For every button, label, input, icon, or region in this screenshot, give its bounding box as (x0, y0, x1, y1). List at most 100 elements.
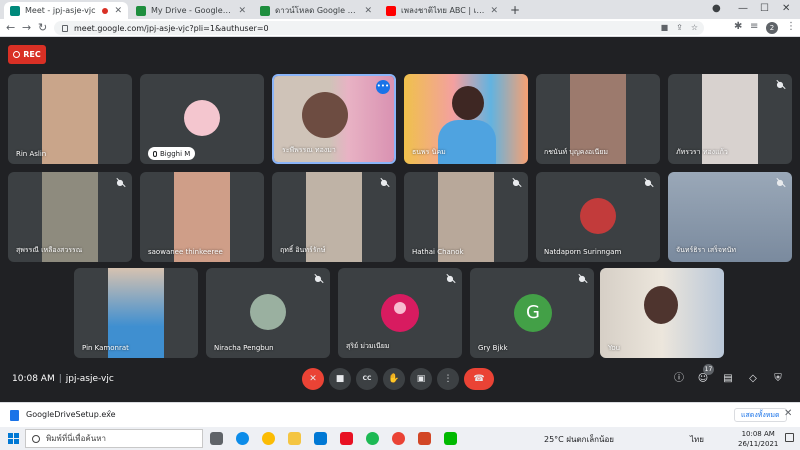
start-windows-icon[interactable] (8, 433, 19, 444)
participant-tile[interactable]: G ● Gry Bjkk (470, 268, 594, 358)
maximize-icon[interactable]: ☐ (760, 3, 769, 14)
reload-icon[interactable]: ↻ (38, 21, 47, 34)
mic-off-icon: ● (446, 274, 454, 283)
url-text: meet.google.com/jpj-asje-vjc?pli=1&authu… (74, 23, 269, 33)
chrome-icon[interactable] (262, 432, 275, 445)
more-vert-icon: ⋮ (443, 374, 453, 384)
mail-icon[interactable] (314, 432, 327, 445)
back-icon[interactable]: ← (6, 21, 15, 34)
show-all-downloads-button[interactable]: แสดงทั้งหมด (734, 408, 787, 422)
minimize-icon[interactable]: — (738, 3, 748, 14)
forward-icon[interactable]: → (22, 21, 31, 34)
browser-menu-icon[interactable]: ⋮ (786, 21, 796, 32)
participant-tile[interactable]: saowanee thinkeeree (140, 172, 264, 262)
present-button[interactable]: ▣ (410, 368, 432, 390)
meeting-time: 10:08 AM (12, 374, 55, 384)
participant-name: ฤทธิ์ อินทร์รักษ์ (280, 246, 326, 254)
close-tab-icon[interactable]: ✕ (114, 6, 122, 16)
spotify-icon[interactable] (366, 432, 379, 445)
leave-call-button[interactable]: ☎ (464, 368, 494, 390)
meeting-details-icon[interactable]: ⓘ (672, 372, 686, 386)
present-screen-icon: ▣ (416, 374, 426, 384)
participant-tile[interactable]: ● สุริย์ ม่วมเนียม (338, 268, 462, 358)
bookmark-star-icon[interactable]: ☆ (691, 23, 698, 32)
participant-tile[interactable]: ● จันทร์ธิรา เสร็จทนัท (668, 172, 792, 262)
taskbar-search-box[interactable]: พิมพ์ที่นี่เพื่อค้นหา (25, 429, 203, 448)
participant-tile[interactable]: Bigghi M (140, 74, 264, 164)
mic-off-icon: ● (314, 274, 322, 283)
participant-avatar (250, 294, 286, 330)
mic-off-button[interactable]: ✕ (302, 368, 324, 390)
participant-tile[interactable]: ● Natdaporn Surinngam (536, 172, 660, 262)
chat-icon[interactable]: ▤ (721, 372, 735, 386)
browser-tab-strip: Meet - jpj-asje-vjc ✕ My Drive - Google … (0, 0, 800, 19)
lock-icon (62, 24, 68, 32)
new-tab-button[interactable]: + (510, 3, 520, 17)
participant-head (452, 86, 484, 120)
clock-time: 10:08 AM (741, 430, 775, 438)
raise-hand-button[interactable]: ✋ (383, 368, 405, 390)
address-bar[interactable]: meet.google.com/jpj-asje-vjc?pli=1&authu… (54, 21, 704, 35)
participant-tile-active-speaker[interactable]: ••• ระพีพรรณ ทองมา (272, 74, 396, 164)
participant-name: สุริย์ ม่วมเนียม (346, 342, 390, 350)
store-icon[interactable] (340, 432, 353, 445)
participant-tile[interactable]: Rin Aslin (8, 74, 132, 164)
participant-name: Rin Aslin (16, 150, 47, 158)
profile-avatar[interactable]: 2 (766, 22, 778, 34)
camera-button[interactable]: ■ (329, 368, 351, 390)
tab-youtube[interactable]: เพลงชาติไทย ABC | เพลงเด็ก by KidsOn ✕ (380, 2, 504, 19)
tab-drive-download[interactable]: ดาวน์โหลด Google ไดรฟ์ ✕ (254, 2, 378, 19)
participant-tile[interactable]: ● Niracha Pengbun (206, 268, 330, 358)
more-options-icon[interactable]: ••• (376, 80, 390, 94)
taskbar-clock[interactable]: 10:08 AM 26/11/2021 (738, 429, 778, 449)
captions-icon: CC (362, 375, 372, 382)
language-indicator[interactable]: ไทย (690, 433, 704, 446)
activities-icon[interactable]: ◇ (746, 372, 760, 386)
mic-icon (153, 150, 157, 157)
speaker-head (302, 92, 348, 138)
recording-indicator[interactable]: REC (8, 45, 46, 64)
participant-name: Niracha Pengbun (214, 344, 274, 352)
close-tab-icon[interactable]: ✕ (238, 6, 246, 16)
task-view-icon[interactable] (210, 432, 223, 445)
close-window-icon[interactable]: ✕ (782, 3, 790, 14)
close-tab-icon[interactable]: ✕ (490, 6, 498, 16)
mic-off-icon: ● (776, 80, 784, 89)
participant-name: สุพรรณี เหลืองสวรรณ (16, 246, 83, 254)
self-tile[interactable]: You (600, 268, 724, 358)
close-download-bar-icon[interactable]: ✕ (784, 408, 792, 419)
host-controls-icon[interactable]: ⛨ (771, 372, 785, 386)
participant-initial-avatar: G (514, 294, 552, 332)
chrome-profile-icon[interactable] (392, 432, 405, 445)
camera-permission-icon[interactable]: ■ (661, 23, 669, 32)
participant-tile[interactable]: ธนพร นิคม (404, 74, 528, 164)
reading-list-icon[interactable]: ≡ (750, 21, 758, 32)
participant-tile[interactable]: ● ภัทรวรา ทองแก้ว (668, 74, 792, 164)
powerpoint-icon[interactable] (418, 432, 431, 445)
participant-name: จันทร์ธิรา เสร็จทนัท (676, 246, 736, 254)
share-icon[interactable]: ⇪ (676, 23, 683, 32)
participant-tile[interactable]: ● สุพรรณี เหลืองสวรรณ (8, 172, 132, 262)
chevron-up-icon[interactable]: ⌃ (106, 409, 113, 418)
participant-tile[interactable]: Pin Kamonrat (74, 268, 198, 358)
line-icon[interactable] (444, 432, 457, 445)
participant-tile[interactable]: ● ฤทธิ์ อินทร์รักษ์ (272, 172, 396, 262)
mic-off-icon: ● (116, 178, 124, 187)
close-tab-icon[interactable]: ✕ (364, 6, 372, 16)
weather-widget[interactable]: 25°C ฝนตกเล็กน้อย (544, 433, 614, 446)
more-options-button[interactable]: ⋮ (437, 368, 459, 390)
participant-tile[interactable]: ● Hathai Chanok (404, 172, 528, 262)
tab-meet[interactable]: Meet - jpj-asje-vjc ✕ (4, 2, 128, 19)
extensions-icon[interactable]: ✱ (734, 21, 742, 32)
participant-name: saowanee thinkeeree (148, 248, 223, 256)
file-explorer-icon[interactable] (288, 432, 301, 445)
recording-dot-icon (102, 7, 109, 14)
edge-icon[interactable] (236, 432, 249, 445)
person-icon (394, 302, 406, 314)
participant-tile[interactable]: กชนันท์ บุญคงอเนียม (536, 74, 660, 164)
tab-search-icon[interactable]: ● (712, 3, 721, 14)
notification-icon[interactable] (785, 433, 794, 442)
captions-button[interactable]: CC (356, 368, 378, 390)
tab-google-drive[interactable]: My Drive - Google Drive ✕ (130, 2, 252, 19)
download-file-name[interactable]: GoogleDriveSetup.exe (26, 410, 116, 419)
